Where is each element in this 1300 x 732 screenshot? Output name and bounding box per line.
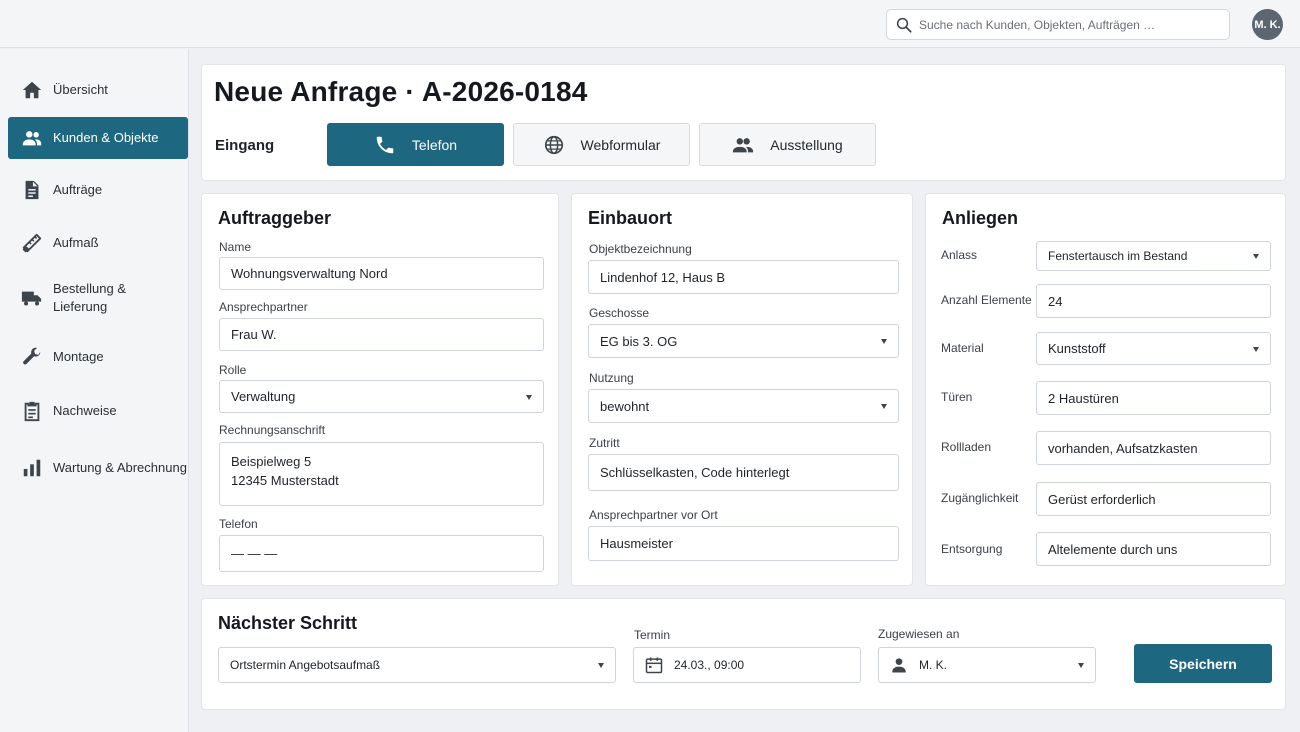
shutters-label: Rollladen bbox=[941, 440, 992, 454]
section-title: Einbauort bbox=[588, 208, 672, 228]
channel-label: Eingang bbox=[215, 137, 275, 154]
sidebar-item-label: Montage bbox=[53, 349, 104, 364]
occasion-select[interactable]: Fenstertausch im Bestand bbox=[1036, 241, 1271, 271]
next-step-select[interactable]: Ortstermin Angebotsaufmaß bbox=[218, 647, 616, 683]
truck-icon bbox=[8, 287, 53, 309]
channel-label-text: Ausstellung bbox=[770, 136, 843, 153]
access-field[interactable]: Schlüsselkasten, Code hinterlegt bbox=[588, 454, 899, 491]
accessibility-label: Zugänglichkeit bbox=[941, 491, 1019, 505]
request-card: Anliegen Anlass Fenstertausch im Bestand… bbox=[925, 193, 1286, 586]
disposal-label: Entsorgung bbox=[941, 542, 1003, 556]
client-card: Auftraggeber Name Wohnungsverwaltung Nor… bbox=[201, 193, 559, 586]
role-label: Rolle bbox=[219, 363, 247, 377]
section-title: Auftraggeber bbox=[218, 208, 332, 228]
material-label: Material bbox=[941, 341, 984, 355]
phone-icon bbox=[376, 136, 394, 153]
disposal-field[interactable]: Altelemente durch uns bbox=[1036, 532, 1271, 566]
ruler-icon bbox=[8, 232, 53, 254]
sidebar-item-ordering[interactable]: Bestellung & Lieferung bbox=[8, 277, 188, 319]
access-label: Zutritt bbox=[589, 436, 620, 450]
sidebar-item-label: Wartung & Abrechnung bbox=[53, 460, 187, 475]
date-field[interactable]: 24.03., 09:00 bbox=[633, 647, 861, 683]
usage-select[interactable]: bewohnt bbox=[588, 389, 899, 423]
site-card: Einbauort Objektbezeichnung Lindenhof 12… bbox=[571, 193, 913, 586]
sidebar-item-label: Aufträge bbox=[53, 182, 103, 197]
global-search[interactable] bbox=[886, 9, 1230, 40]
sidebar-item-label: Aufmaß bbox=[53, 235, 99, 250]
globe-icon bbox=[544, 135, 563, 154]
date-value: 24.03., 09:00 bbox=[674, 658, 745, 672]
occasion-label: Anlass bbox=[941, 248, 978, 262]
bar-chart-icon bbox=[8, 457, 53, 479]
channel-exhibition-button[interactable]: Ausstellung bbox=[699, 123, 876, 166]
billing-line-2: 12345 Musterstadt bbox=[231, 473, 339, 488]
people-icon bbox=[8, 127, 53, 149]
channel-label-text: Webformular bbox=[580, 136, 661, 153]
calendar-icon bbox=[645, 657, 663, 674]
phone-field[interactable]: — — — bbox=[219, 535, 544, 572]
contact-field[interactable]: Frau W. bbox=[219, 318, 544, 351]
sidebar-item-customers[interactable]: Kunden & Objekte bbox=[8, 117, 188, 159]
assignee-select[interactable]: M. K. bbox=[878, 647, 1096, 683]
sidebar-item-orders[interactable]: Aufträge bbox=[8, 173, 188, 207]
doors-label: Türen bbox=[941, 390, 973, 404]
billing-address-field[interactable]: Beispielweg 5 12345 Musterstadt bbox=[219, 442, 544, 506]
onsite-contact-label: Ansprechpartner vor Ort bbox=[589, 508, 718, 522]
name-label: Name bbox=[219, 240, 252, 254]
section-title: Nächster Schritt bbox=[218, 613, 358, 633]
doors-field[interactable]: 2 Haustüren bbox=[1036, 381, 1271, 415]
sidebar-item-label: Übersicht bbox=[53, 82, 108, 97]
sidebar-item-installation[interactable]: Montage bbox=[8, 340, 188, 374]
assignee-label: Zugewiesen an bbox=[878, 627, 960, 641]
floors-select[interactable]: EG bis 3. OG bbox=[588, 324, 899, 358]
search-icon bbox=[896, 17, 912, 33]
billing-line-1: Beispielweg 5 bbox=[231, 454, 312, 469]
sidebar-item-records[interactable]: Nachweise bbox=[8, 394, 188, 428]
assignee-value: M. K. bbox=[919, 658, 948, 672]
date-label: Termin bbox=[634, 628, 671, 642]
sidebar: Übersicht Kunden & Objekte Aufträge Aufm… bbox=[0, 49, 189, 732]
section-title: Anliegen bbox=[942, 208, 1019, 228]
person-icon bbox=[892, 658, 906, 673]
material-select[interactable]: Kunststoff bbox=[1036, 332, 1271, 365]
phone-label: Telefon bbox=[219, 517, 258, 531]
top-bar: M. K. bbox=[0, 0, 1300, 48]
floors-label: Geschosse bbox=[589, 306, 650, 320]
wrench-icon bbox=[8, 346, 53, 368]
sidebar-item-overview[interactable]: Übersicht bbox=[8, 73, 188, 107]
onsite-contact-field[interactable]: Hausmeister bbox=[588, 526, 899, 561]
count-label: Anzahl Elemente bbox=[941, 293, 1032, 307]
home-icon bbox=[8, 79, 53, 101]
accessibility-field[interactable]: Gerüst erforderlich bbox=[1036, 482, 1271, 516]
sidebar-item-measurement[interactable]: Aufmaß bbox=[8, 226, 188, 260]
request-header: Neue Anfrage · A-2026-0184 Eingang Telef… bbox=[201, 64, 1286, 181]
billing-label: Rechnungsanschrift bbox=[219, 423, 326, 437]
save-button[interactable]: Speichern bbox=[1134, 644, 1272, 683]
sidebar-item-label: Bestellung & Lieferung bbox=[53, 281, 126, 314]
search-input[interactable] bbox=[919, 17, 1219, 32]
group-icon bbox=[733, 137, 754, 152]
usage-label: Nutzung bbox=[589, 371, 634, 385]
sidebar-item-label: Nachweise bbox=[53, 403, 117, 418]
name-field[interactable]: Wohnungsverwaltung Nord bbox=[219, 257, 544, 290]
channel-label-text: Telefon bbox=[411, 136, 458, 153]
contact-label: Ansprechpartner bbox=[219, 300, 308, 314]
count-field[interactable]: 24 bbox=[1036, 284, 1271, 318]
shutters-field[interactable]: vorhanden, Aufsatzkasten bbox=[1036, 431, 1271, 465]
channel-webform-button[interactable]: Webformular bbox=[513, 123, 690, 166]
document-icon bbox=[8, 179, 53, 201]
sidebar-item-maintenance[interactable]: Wartung & Abrechnung bbox=[8, 451, 188, 485]
object-label: Objektbezeichnung bbox=[589, 242, 692, 256]
sidebar-item-label: Kunden & Objekte bbox=[53, 130, 159, 145]
page-title: Neue Anfrage · A-2026-0184 bbox=[214, 76, 588, 107]
user-avatar[interactable]: M. K. bbox=[1252, 9, 1283, 40]
role-select[interactable]: Verwaltung bbox=[219, 380, 544, 413]
object-field[interactable]: Lindenhof 12, Haus B bbox=[588, 260, 899, 294]
next-step-card: Nächster Schritt Ortstermin Angebotsaufm… bbox=[201, 598, 1286, 710]
clipboard-icon bbox=[8, 400, 53, 422]
channel-phone-button[interactable]: Telefon bbox=[327, 123, 504, 166]
